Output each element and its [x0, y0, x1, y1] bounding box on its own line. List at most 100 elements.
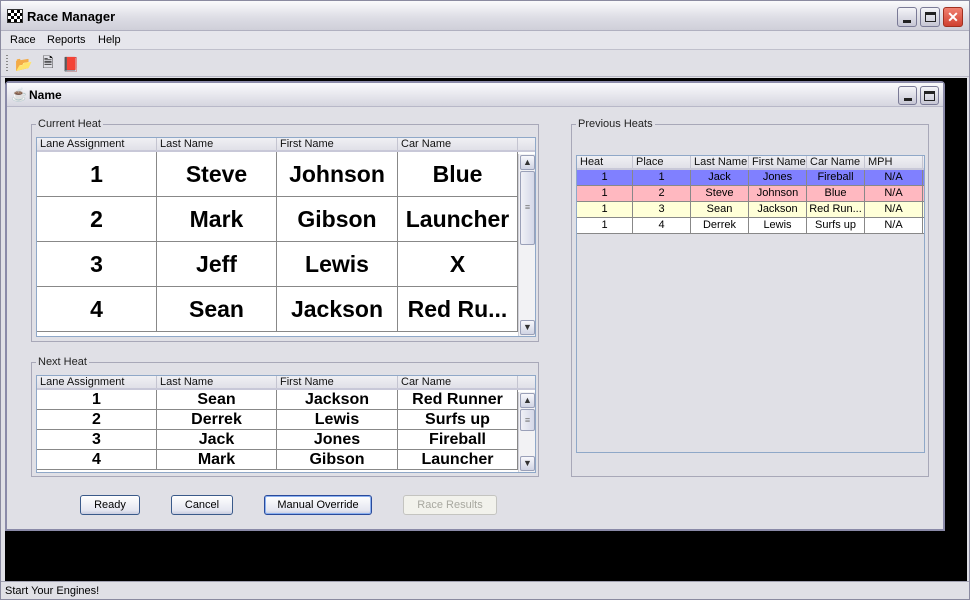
manual-override-button[interactable]: Manual Override: [264, 495, 372, 515]
scroll-thumb[interactable]: ≡: [520, 409, 535, 431]
column-header[interactable]: Last Name: [157, 138, 277, 150]
minimize-icon: [903, 19, 911, 23]
help-book-icon[interactable]: 📕: [61, 54, 81, 74]
export-icon[interactable]: 🗎: [38, 54, 58, 74]
column-header[interactable]: Car Name: [398, 376, 518, 388]
column-header[interactable]: Last Name: [691, 156, 749, 168]
table-cell: Red Run...: [807, 202, 865, 217]
table-row[interactable]: 2 Mark Gibson Launcher: [37, 197, 535, 242]
table-row[interactable]: 2 Derrek Lewis Surfs up: [37, 410, 535, 430]
table-cell: Surfs up: [807, 218, 865, 233]
column-header[interactable]: Car Name: [807, 156, 865, 168]
table-row[interactable]: 1 Sean Jackson Red Runner: [37, 390, 535, 410]
table-cell: Jackson: [277, 390, 398, 409]
column-header[interactable]: MPH: [865, 156, 923, 168]
menu-bar: Race Reports Help: [1, 31, 969, 50]
table-cell: N/A: [865, 202, 923, 217]
table-cell: 3: [37, 430, 157, 449]
table-row[interactable]: 1 2 Steve Johnson Blue N/A: [577, 186, 924, 202]
ready-button[interactable]: Ready: [80, 495, 140, 515]
table-header: Heat Place Last Name First Name Car Name…: [577, 156, 924, 170]
inner-title-bar[interactable]: ☕ Name: [7, 83, 943, 107]
table-cell: N/A: [865, 170, 923, 185]
scroll-thumb[interactable]: ≡: [520, 171, 535, 245]
table-cell: Johnson: [749, 186, 807, 201]
title-bar[interactable]: Race Manager ✕: [1, 1, 969, 31]
table-cell: Derrek: [157, 410, 277, 429]
table-row[interactable]: 3 Jeff Lewis X: [37, 242, 535, 287]
toolbar-grip[interactable]: [6, 55, 8, 73]
table-cell: Johnson: [277, 152, 398, 196]
table-cell: 4: [633, 218, 691, 233]
checkered-flag-icon: [7, 9, 23, 23]
current-heat-table: Lane Assignment Last Name First Name Car…: [36, 137, 536, 337]
table-row[interactable]: 3 Jack Jones Fireball: [37, 430, 535, 450]
table-cell: 1: [577, 170, 633, 185]
table-row[interactable]: 1 3 Sean Jackson Red Run... N/A: [577, 202, 924, 218]
table-cell: Gibson: [277, 197, 398, 241]
column-header[interactable]: First Name: [277, 138, 398, 150]
table-cell: 2: [37, 197, 157, 241]
column-header[interactable]: First Name: [277, 376, 398, 388]
current-heat-group: Current Heat Lane Assignment Last Name F…: [31, 118, 539, 342]
table-row[interactable]: 1 1 Jack Jones Fireball N/A: [577, 170, 924, 186]
window-title: Race Manager: [27, 9, 116, 24]
column-header[interactable]: Lane Assignment: [37, 138, 157, 150]
column-header[interactable]: Lane Assignment: [37, 376, 157, 388]
menu-race[interactable]: Race: [10, 34, 36, 46]
scroll-up-icon[interactable]: ▲: [520, 393, 535, 408]
table-cell: Mark: [157, 450, 277, 469]
table-cell: Lewis: [749, 218, 807, 233]
scroll-up-icon[interactable]: ▲: [520, 155, 535, 170]
table-cell: 1: [577, 186, 633, 201]
race-results-button[interactable]: Race Results: [403, 495, 497, 515]
status-bar: Start Your Engines!: [1, 581, 969, 599]
table-cell: 3: [633, 202, 691, 217]
open-icon[interactable]: 📂: [14, 54, 34, 74]
table-row[interactable]: 1 Steve Johnson Blue: [37, 152, 535, 197]
table-cell: Surfs up: [398, 410, 518, 429]
inner-minimize-button[interactable]: [898, 86, 917, 105]
column-header[interactable]: Place: [633, 156, 691, 168]
table-row[interactable]: 1 4 Derrek Lewis Surfs up N/A: [577, 218, 924, 234]
minimize-icon: [903, 98, 912, 101]
next-heat-scrollbar[interactable]: ▲ ≡ ▼: [518, 392, 535, 472]
close-button[interactable]: ✕: [943, 7, 963, 27]
table-header: Lane Assignment Last Name First Name Car…: [37, 376, 535, 390]
minimize-button[interactable]: [897, 7, 917, 27]
column-header[interactable]: Last Name: [157, 376, 277, 388]
table-cell: Lewis: [277, 242, 398, 286]
current-heat-scrollbar[interactable]: ▲ ≡ ▼: [518, 154, 535, 336]
column-header[interactable]: Heat: [577, 156, 633, 168]
table-row[interactable]: 4 Sean Jackson Red Ru...: [37, 287, 535, 332]
table-cell: Sean: [157, 390, 277, 409]
inner-maximize-button[interactable]: [920, 86, 939, 105]
column-header[interactable]: Car Name: [398, 138, 518, 150]
cancel-button[interactable]: Cancel: [171, 495, 233, 515]
table-cell: Lewis: [277, 410, 398, 429]
table-cell: 1: [37, 152, 157, 196]
column-header[interactable]: First Name: [749, 156, 807, 168]
table-cell: Mark: [157, 197, 277, 241]
previous-heats-group: Previous Heats Heat Place Last Name Firs…: [571, 118, 929, 477]
menu-reports[interactable]: Reports: [47, 34, 86, 46]
table-cell: Red Ru...: [398, 287, 518, 331]
previous-heats-label: Previous Heats: [576, 118, 655, 130]
table-cell: Fireball: [398, 430, 518, 449]
table-cell: Steve: [157, 152, 277, 196]
table-row[interactable]: 4 Mark Gibson Launcher: [37, 450, 535, 470]
inner-window-title: Name: [29, 88, 62, 102]
maximize-button[interactable]: [920, 7, 940, 27]
scroll-down-icon[interactable]: ▼: [520, 320, 535, 335]
next-heat-label: Next Heat: [36, 356, 89, 368]
table-cell: Steve: [691, 186, 749, 201]
menu-help[interactable]: Help: [98, 34, 121, 46]
table-cell: Jack: [157, 430, 277, 449]
table-cell: 1: [577, 218, 633, 233]
table-cell: 3: [37, 242, 157, 286]
next-heat-group: Next Heat Lane Assignment Last Name Firs…: [31, 356, 539, 477]
table-cell: Jack: [691, 170, 749, 185]
table-cell: Jones: [277, 430, 398, 449]
scroll-down-icon[interactable]: ▼: [520, 456, 535, 471]
java-cup-icon: ☕: [11, 87, 28, 102]
